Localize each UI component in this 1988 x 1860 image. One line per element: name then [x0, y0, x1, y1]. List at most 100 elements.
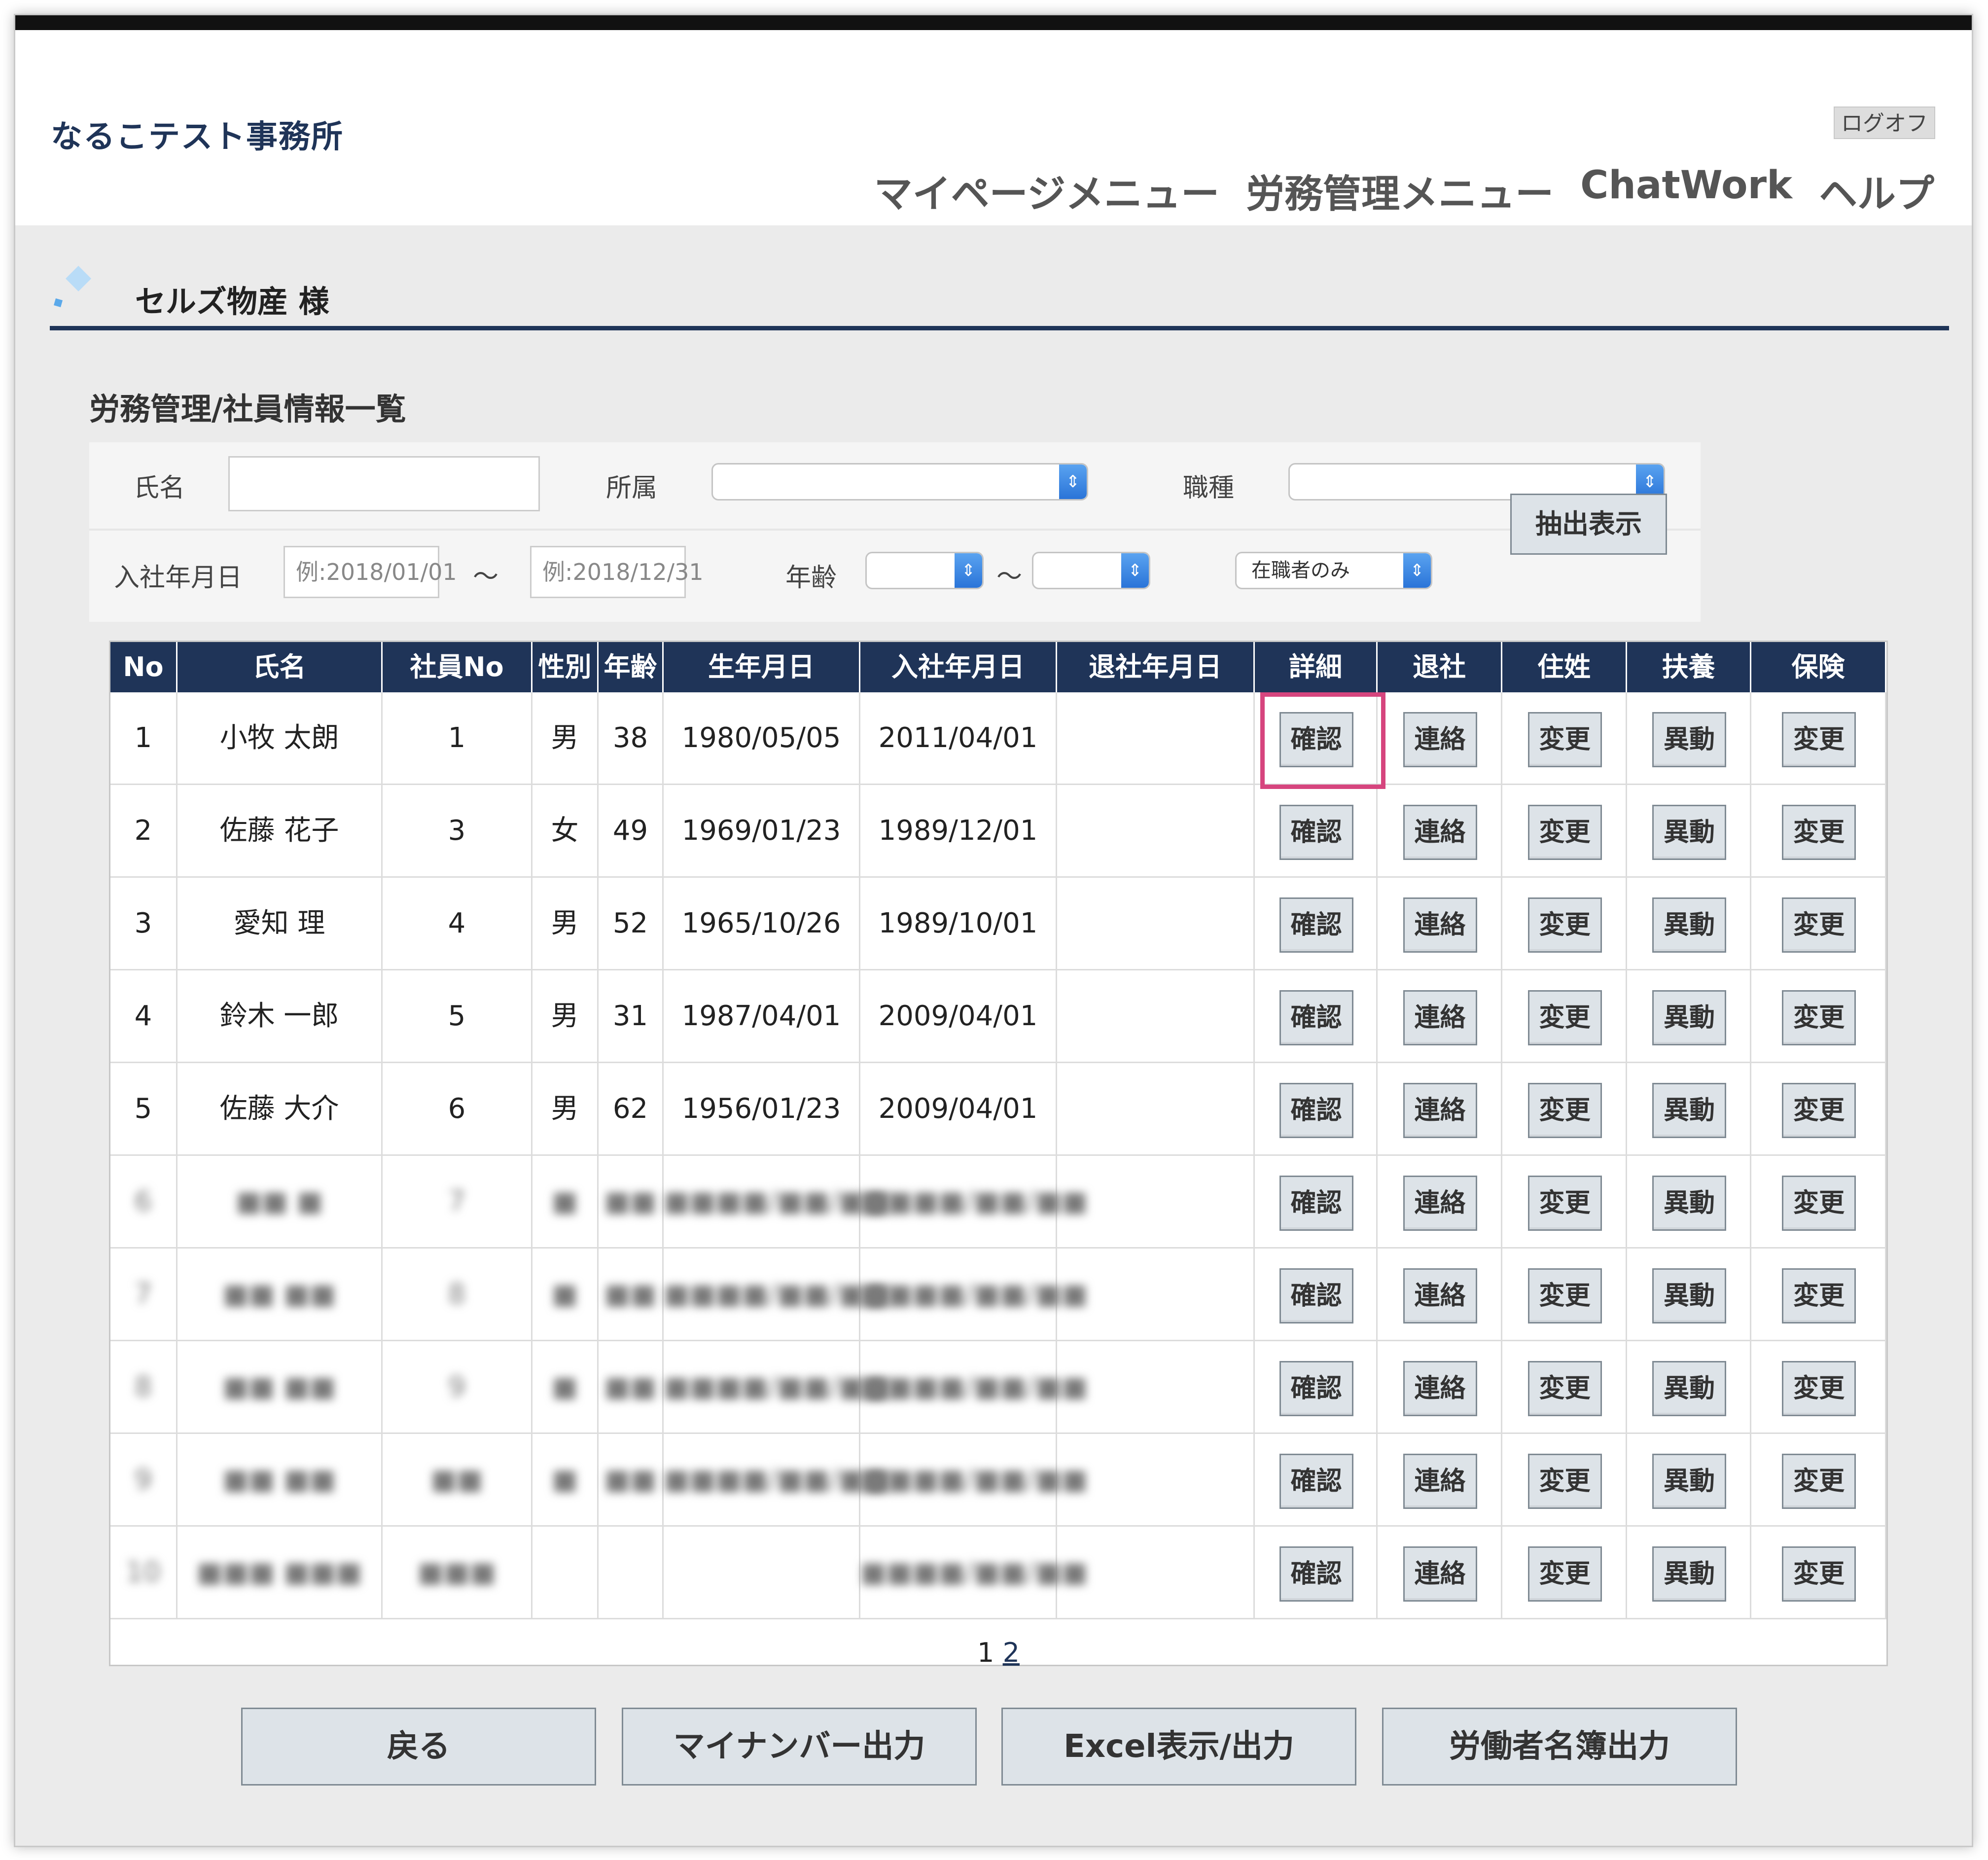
leave-contact-button[interactable]: 連絡: [1403, 1176, 1477, 1231]
address-change-button[interactable]: 変更: [1527, 1454, 1602, 1509]
logoff-button[interactable]: ログオフ: [1834, 107, 1935, 139]
cell-leave-date: [1057, 970, 1255, 1062]
cell-emp-no-text: 1: [448, 722, 466, 754]
cell-birth-date: 1956/01/23: [664, 1063, 860, 1154]
cell-age-text: 38: [612, 722, 648, 754]
dependents-transfer-button[interactable]: 異動: [1652, 805, 1726, 860]
age-to-select[interactable]: ⇕: [1032, 552, 1150, 589]
extract-button[interactable]: 抽出表示: [1510, 494, 1667, 555]
client-name: セルズ物産 様: [135, 284, 329, 320]
leave-contact-button[interactable]: 連絡: [1403, 1268, 1477, 1323]
worker-register-export-button[interactable]: 労働者名簿出力: [1382, 1708, 1737, 1786]
detail-confirm-button[interactable]: 確認: [1279, 805, 1353, 860]
leave-contact-button[interactable]: 連絡: [1403, 990, 1477, 1045]
select-arrows-icon: ⇕: [1403, 553, 1431, 588]
page-link-2[interactable]: 2: [1003, 1637, 1020, 1668]
insurance-change-button[interactable]: 変更: [1782, 1083, 1856, 1138]
cell-address: 変更: [1502, 1249, 1627, 1340]
nav-labor-menu[interactable]: 労務管理メニュー: [1246, 163, 1554, 218]
dept-select[interactable]: ⇕: [711, 463, 1088, 501]
col-header-detail: 詳細: [1255, 642, 1378, 692]
address-change-button[interactable]: 変更: [1527, 1083, 1602, 1138]
name-input[interactable]: [228, 456, 540, 511]
insurance-change-button[interactable]: 変更: [1782, 897, 1856, 953]
insurance-change-button[interactable]: 変更: [1782, 805, 1856, 860]
nav-help[interactable]: ヘルプ: [1819, 163, 1934, 218]
cell-age-text: ■■: [604, 1278, 657, 1310]
cell-name-text: 愛知 理: [233, 907, 325, 939]
cell-no: 8: [110, 1341, 178, 1432]
insurance-change-button[interactable]: 変更: [1782, 712, 1856, 767]
address-change-button[interactable]: 変更: [1527, 805, 1602, 860]
detail-confirm-button[interactable]: 確認: [1279, 1083, 1353, 1138]
insurance-change-button[interactable]: 変更: [1782, 990, 1856, 1045]
cell-leave-date: [1057, 1434, 1255, 1525]
leave-contact-button[interactable]: 連絡: [1403, 1454, 1477, 1509]
table-row: 2 佐藤 花子 3 女 49 1969/01/23 1989/12/01 確認 連絡 変更 異動 変更: [110, 785, 1886, 878]
cell-emp-no: 6: [383, 1063, 532, 1154]
cell-birth-date-text: 1987/04/01: [681, 1000, 841, 1032]
insurance-change-button[interactable]: 変更: [1782, 1268, 1856, 1323]
leave-contact-button[interactable]: 連絡: [1403, 1546, 1477, 1602]
leave-contact-button[interactable]: 連絡: [1403, 712, 1477, 767]
detail-confirm-button[interactable]: 確認: [1279, 1176, 1353, 1231]
cell-hire-date-text: ■■■■/■■/■■: [860, 1464, 1088, 1496]
leave-contact-button[interactable]: 連絡: [1403, 805, 1477, 860]
insurance-change-button[interactable]: 変更: [1782, 1546, 1856, 1602]
employment-status-select[interactable]: 在職者のみ ⇕: [1235, 552, 1432, 589]
cell-gender-text: ■: [552, 1185, 578, 1217]
dependents-transfer-button[interactable]: 異動: [1652, 1454, 1726, 1509]
address-change-button[interactable]: 変更: [1527, 897, 1602, 953]
detail-confirm-button[interactable]: 確認: [1279, 1361, 1353, 1416]
nav-mypage-menu[interactable]: マイページメニュー: [874, 163, 1219, 218]
address-change-button[interactable]: 変更: [1527, 1546, 1602, 1602]
hire-date-from-input[interactable]: 例:2018/01/01: [284, 546, 457, 598]
dependents-transfer-button[interactable]: 異動: [1652, 1361, 1726, 1416]
detail-confirm-button[interactable]: 確認: [1279, 990, 1353, 1045]
address-change-button[interactable]: 変更: [1527, 1176, 1602, 1231]
highlight-box: [1260, 692, 1385, 789]
cell-birth-date: ■■■■/■■/■■: [664, 1156, 891, 1247]
cell-age-text: ■■: [604, 1371, 657, 1403]
dependents-transfer-button[interactable]: 異動: [1652, 990, 1726, 1045]
excel-export-button[interactable]: Excel表示/出力: [1001, 1708, 1356, 1786]
back-button[interactable]: 戻る: [241, 1708, 596, 1786]
hire-date-to-input[interactable]: 例:2018/12/31: [530, 546, 704, 598]
cell-leave-date: [1057, 1341, 1255, 1432]
insurance-change-button[interactable]: 変更: [1782, 1176, 1856, 1231]
dependents-transfer-button[interactable]: 異動: [1652, 1176, 1726, 1231]
age-from-select[interactable]: ⇕: [865, 552, 984, 589]
insurance-change-button[interactable]: 変更: [1782, 1361, 1856, 1416]
dependents-transfer-button[interactable]: 異動: [1652, 712, 1726, 767]
address-change-button[interactable]: 変更: [1527, 712, 1602, 767]
dependents-transfer-button[interactable]: 異動: [1652, 1083, 1726, 1138]
leave-contact-button[interactable]: 連絡: [1403, 897, 1477, 953]
leave-contact-button[interactable]: 連絡: [1403, 1361, 1477, 1416]
address-change-button[interactable]: 変更: [1527, 1268, 1602, 1323]
insurance-change-button[interactable]: 変更: [1782, 1454, 1856, 1509]
dependents-transfer-button[interactable]: 異動: [1652, 1268, 1726, 1323]
cell-no-text: 7: [134, 1278, 152, 1310]
cell-hire-date-text: 2009/04/01: [878, 1093, 1038, 1125]
cell-no: 4: [110, 970, 178, 1062]
dependents-transfer-button[interactable]: 異動: [1652, 1546, 1726, 1602]
leave-contact-button[interactable]: 連絡: [1403, 1083, 1477, 1138]
cell-no-text: 4: [134, 1000, 152, 1032]
mynumber-export-button[interactable]: マイナンバー出力: [622, 1708, 977, 1786]
address-change-button[interactable]: 変更: [1527, 990, 1602, 1045]
address-change-button[interactable]: 変更: [1527, 1361, 1602, 1416]
cell-gender: 男: [532, 970, 599, 1062]
cell-gender: [532, 1527, 599, 1618]
detail-confirm-button[interactable]: 確認: [1279, 897, 1353, 953]
nav-chatwork[interactable]: ChatWork: [1580, 163, 1792, 218]
cell-insurance: 変更: [1751, 692, 1886, 784]
detail-confirm-button[interactable]: 確認: [1279, 1454, 1353, 1509]
detail-confirm-button[interactable]: 確認: [1279, 1268, 1353, 1323]
col-header-dependents: 扶養: [1627, 642, 1751, 692]
cell-gender: 男: [532, 1063, 599, 1154]
detail-confirm-button[interactable]: 確認: [1279, 1546, 1353, 1602]
cell-hire-date: ■■■■/■■/■■: [860, 1156, 1088, 1247]
dependents-transfer-button[interactable]: 異動: [1652, 897, 1726, 953]
cell-birth-date: 1969/01/23: [664, 785, 860, 876]
cell-birth-date-text: 1969/01/23: [681, 815, 841, 847]
